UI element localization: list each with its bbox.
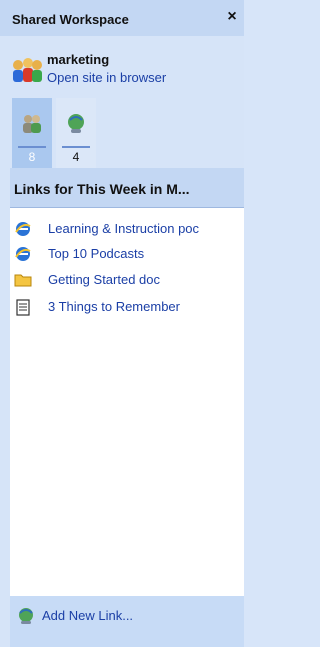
link-label: Learning & Instruction poc <box>48 221 200 236</box>
link-label: Top 10 Podcasts <box>48 246 145 261</box>
close-button[interactable]: × <box>224 9 240 25</box>
folder-icon <box>14 274 32 287</box>
links-count: 4 <box>72 150 80 164</box>
links-header-title: Links for This Week in M... <box>14 181 190 197</box>
list-item[interactable]: Getting Started doc <box>10 269 244 291</box>
links-header: Links for This Week in M... <box>10 168 244 208</box>
list-item[interactable]: Learning & Instruction poc <box>10 218 244 240</box>
links-list: Learning & Instruction poc Top 10 Podcas… <box>10 208 244 596</box>
link-label: Getting Started doc <box>48 272 161 287</box>
site-icon <box>10 56 44 90</box>
tab-separator <box>18 146 46 148</box>
tab-links[interactable]: 4 <box>56 98 96 168</box>
link-label: 3 Things to Remember <box>48 299 180 314</box>
document-icon <box>16 299 30 316</box>
tab-separator <box>62 146 90 148</box>
open-site-link[interactable]: Open site in browser <box>47 70 166 85</box>
ie-icon <box>15 222 31 236</box>
ie-icon <box>15 247 31 261</box>
members-count: 8 <box>28 150 36 164</box>
shared-workspace-pane: Shared Workspace × marketing Open site i… <box>0 0 244 647</box>
workspace-tabs: 8 4 <box>12 98 102 168</box>
pane-title: Shared Workspace <box>12 12 129 27</box>
list-item[interactable]: 3 Things to Remember <box>10 296 244 318</box>
people-icon <box>23 115 41 133</box>
tab-members[interactable]: 8 <box>12 98 52 168</box>
links-footer: Add New Link... <box>10 596 244 647</box>
pane-titlebar: Shared Workspace × <box>0 0 244 36</box>
add-link-icon <box>19 608 33 624</box>
site-name: marketing <box>47 52 110 67</box>
list-item[interactable]: Top 10 Podcasts <box>10 243 244 265</box>
add-new-link-button[interactable]: Add New Link... <box>42 608 133 623</box>
link-globe-icon <box>68 114 84 133</box>
